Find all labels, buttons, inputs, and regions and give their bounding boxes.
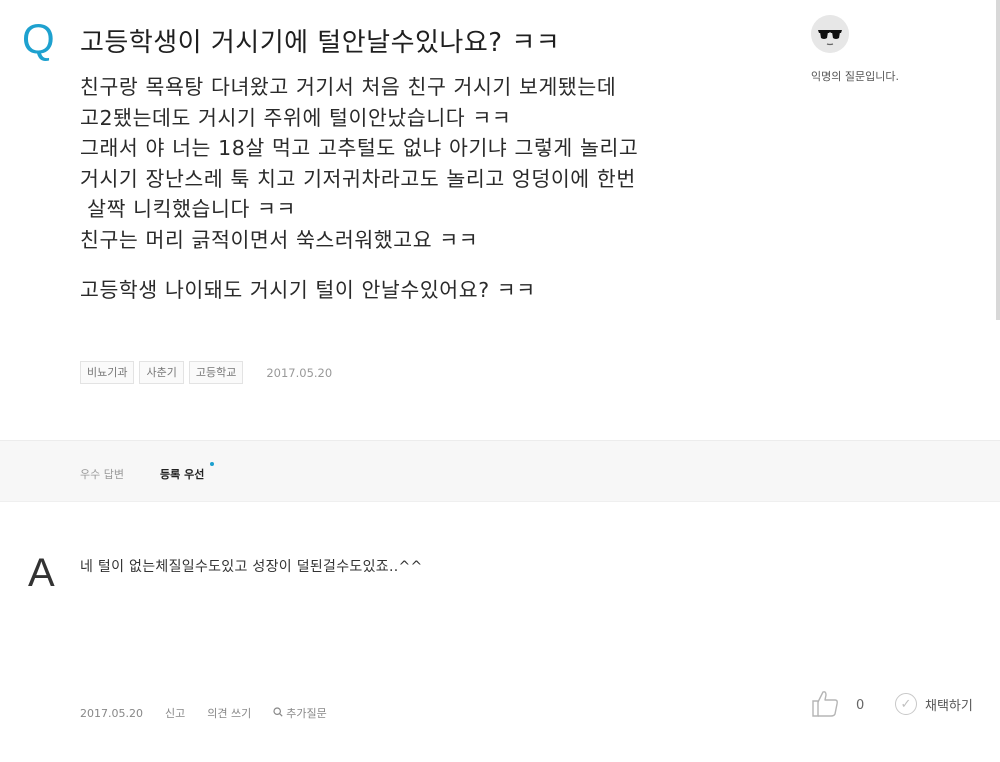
like-button[interactable]: 0 xyxy=(810,688,864,722)
asker-label: 익명의 질문입니다. xyxy=(811,70,899,83)
active-sort-indicator xyxy=(210,462,214,466)
question-tags: 비뇨기과 사춘기 고등학교 2017.05.20 xyxy=(80,361,332,384)
tag-high-school[interactable]: 고등학교 xyxy=(188,361,244,384)
answer-footer: 2017.05.20 신고 의견 쓰기 추가질문 xyxy=(80,705,371,721)
answer-mark: A xyxy=(28,551,55,595)
report-link[interactable]: 신고 xyxy=(165,705,185,721)
search-icon xyxy=(273,706,283,720)
tag-puberty[interactable]: 사춘기 xyxy=(139,361,184,384)
scrollbar[interactable] xyxy=(996,0,1000,320)
comment-link[interactable]: 의견 쓰기 xyxy=(207,705,251,721)
followup-label: 추가질문 xyxy=(286,707,327,720)
question-body-line: 그래서 야 너는 18살 먹고 고추털도 없냐 아기냐 그렇게 놀리고 xyxy=(80,136,639,160)
question-body-line: 살짝 니킥했습니다 ㅋㅋ xyxy=(80,197,296,221)
question-mark: Q xyxy=(22,15,55,62)
followup-link[interactable]: 추가질문 xyxy=(273,705,348,721)
tag-urology[interactable]: 비뇨기과 xyxy=(80,361,135,384)
adopt-label: 채택하기 xyxy=(925,698,973,714)
answer-text: 네 털이 없는체질일수도있고 성장이 덜된걸수도있죠..^^ xyxy=(80,559,423,575)
answer-sort-bar: 우수 답변 등록 우선 xyxy=(0,440,1000,502)
thumbs-up-icon xyxy=(810,688,840,722)
question-body-line: 거시기 장난스레 툭 치고 기저귀차라고도 놀리고 엉덩이에 한번 xyxy=(80,166,636,191)
sort-tab-best[interactable]: 우수 답변 xyxy=(80,466,124,482)
question-closing-line: 고등학생 나이돼도 거시기 털이 안날수있어요? ㅋㅋ xyxy=(80,278,536,302)
question-date: 2017.05.20 xyxy=(266,365,333,380)
question-title: 고등학생이 거시기에 털안날수있나요? ㅋㅋ xyxy=(80,28,561,58)
qna-page: Q 고등학생이 거시기에 털안날수있나요? ㅋㅋ 친구랑 목욕탕 다녀왔고 거기… xyxy=(0,0,1000,762)
like-count: 0 xyxy=(856,697,865,713)
question-body-line: 친구랑 목욕탕 다녀왔고 거기서 처음 친구 거시기 보게됐는데 xyxy=(80,75,617,99)
question-body: 친구랑 목욕탕 다녀왔고 거기서 처음 친구 거시기 보게됐는데 고2됐는데도 … xyxy=(80,72,780,306)
question-body-line: 고2됐는데도 거시기 주위에 털이안났습니다 ㅋㅋ xyxy=(80,105,512,130)
question-body-line: 친구는 머리 긁적이면서 쑥스러워했고요 ㅋㅋ xyxy=(80,227,479,252)
anonymous-sunglasses-icon xyxy=(811,15,849,53)
answer-date: 2017.05.20 xyxy=(80,706,143,720)
adopt-button[interactable]: ✓ 채택하기 xyxy=(895,693,973,715)
check-icon: ✓ xyxy=(895,693,917,715)
sort-tab-recent[interactable]: 등록 우선 xyxy=(160,466,204,482)
